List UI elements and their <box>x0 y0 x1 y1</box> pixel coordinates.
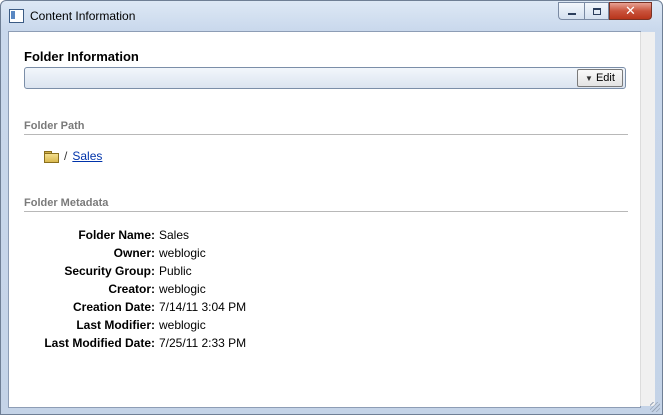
edit-button[interactable]: ▼ Edit <box>577 69 623 87</box>
folder-metadata-table: Folder Name: Sales Owner: weblogic Secur… <box>9 226 246 352</box>
metadata-row-creation-date: Creation Date: 7/14/11 3:04 PM <box>9 298 246 316</box>
metadata-label: Folder Name: <box>78 228 155 242</box>
close-icon: ✕ <box>625 3 636 18</box>
metadata-row-folder-name: Folder Name: Sales <box>9 226 246 244</box>
title-bar[interactable]: Content Information ✕ <box>1 1 662 31</box>
metadata-row-security-group: Security Group: Public <box>9 262 246 280</box>
metadata-label: Creator: <box>108 282 155 296</box>
sales-folder-link[interactable]: Sales <box>72 149 102 163</box>
folder-icon <box>44 150 59 163</box>
metadata-row-owner: Owner: weblogic <box>9 244 246 262</box>
metadata-value: Sales <box>159 228 190 242</box>
metadata-label: Last Modified Date: <box>44 336 155 350</box>
metadata-value: Public <box>159 264 192 278</box>
metadata-value: weblogic <box>159 318 206 332</box>
window-title: Content Information <box>30 9 136 23</box>
content-pane: Folder Information ▼ Edit Folder Path / … <box>8 31 641 408</box>
minimize-button[interactable] <box>558 2 584 20</box>
metadata-row-last-modifier: Last Modifier: weblogic <box>9 316 246 334</box>
metadata-label: Security Group: <box>64 264 155 278</box>
metadata-value: weblogic <box>159 246 206 260</box>
metadata-value: weblogic <box>159 282 206 296</box>
path-separator: / <box>64 149 68 163</box>
edit-button-label: Edit <box>595 72 615 84</box>
metadata-label: Owner: <box>113 246 155 260</box>
metadata-row-creator: Creator: weblogic <box>9 280 246 298</box>
folder-information-toolbar: ▼ Edit <box>24 67 626 89</box>
folder-metadata-heading: Folder Metadata <box>24 197 628 212</box>
metadata-label: Creation Date: <box>72 300 155 314</box>
maximize-button[interactable] <box>584 2 609 20</box>
folder-path-heading: Folder Path <box>24 120 628 135</box>
folder-information-heading: Folder Information <box>24 49 139 64</box>
content-information-window: Content Information ✕ Folder Information… <box>0 0 663 415</box>
resize-grip-icon[interactable] <box>650 402 660 412</box>
minimize-icon <box>567 13 576 15</box>
vertical-scrollbar[interactable] <box>640 32 655 406</box>
metadata-value: 7/25/11 2:33 PM <box>159 336 247 350</box>
maximize-icon <box>592 7 601 15</box>
window-icon <box>9 9 24 23</box>
metadata-row-last-modified-date: Last Modified Date: 7/25/11 2:33 PM <box>9 334 246 352</box>
chevron-down-icon: ▼ <box>585 73 593 83</box>
folder-path-breadcrumb: / Sales <box>44 147 628 165</box>
close-button[interactable]: ✕ <box>609 2 652 20</box>
metadata-label: Last Modifier: <box>76 318 155 332</box>
metadata-value: 7/14/11 3:04 PM <box>159 300 247 314</box>
